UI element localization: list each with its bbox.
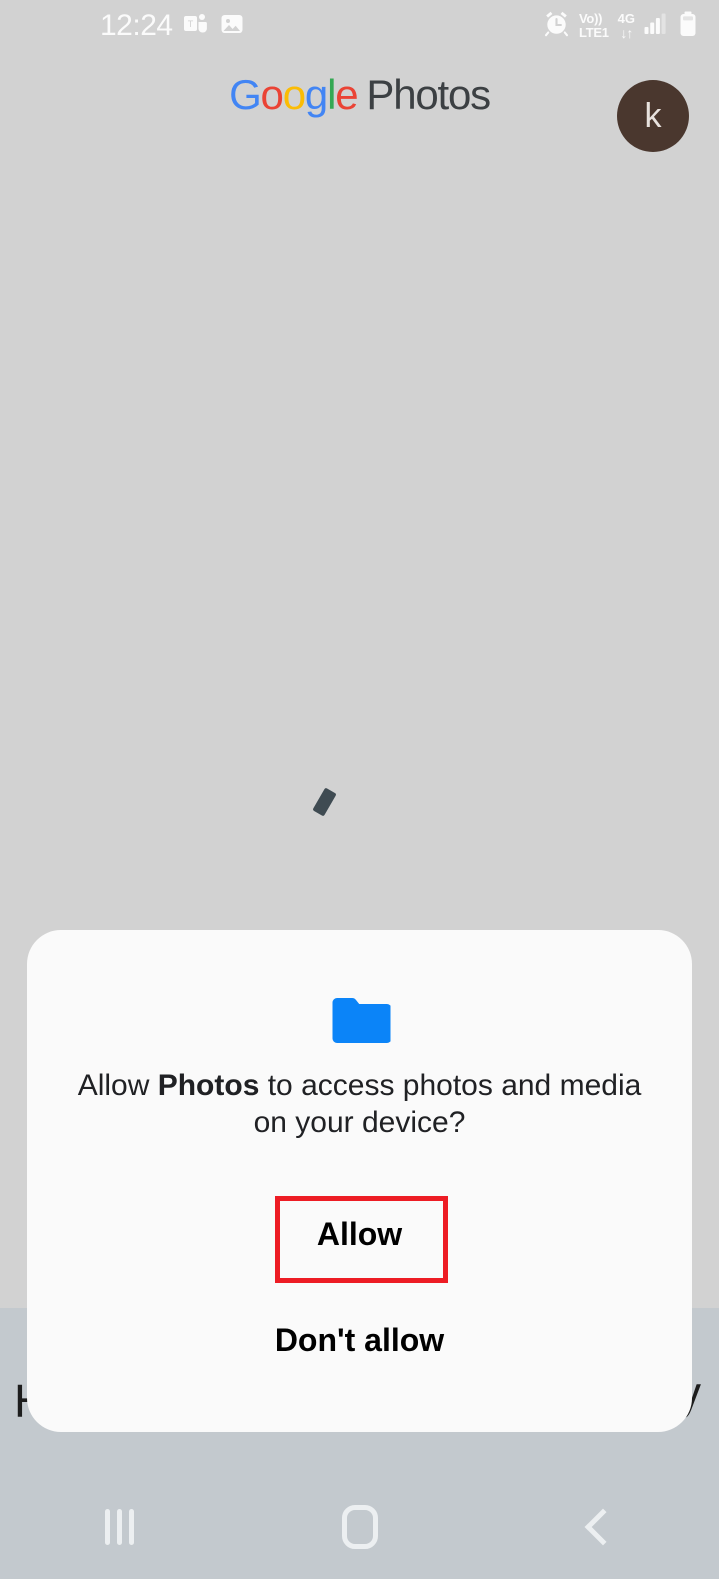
google-letter-4: l bbox=[327, 71, 336, 118]
app-header: Google Photos k bbox=[0, 60, 719, 170]
google-letter-5: e bbox=[335, 71, 358, 118]
back-button[interactable] bbox=[479, 1474, 719, 1579]
volte-indicator: Vo)) LTE1 bbox=[579, 12, 609, 39]
loading-spinner-fragment bbox=[312, 787, 337, 817]
network-indicator: 4G ↓↑ bbox=[618, 12, 635, 40]
permission-dialog: Allow Photos to access photos and media … bbox=[27, 930, 692, 1432]
google-wordmark: Google bbox=[229, 71, 359, 118]
google-photos-logo: Google Photos bbox=[0, 74, 719, 116]
avatar[interactable]: k bbox=[617, 80, 689, 152]
status-bar-left: 12:24 T bbox=[100, 11, 245, 42]
google-letter-1: o bbox=[260, 71, 284, 118]
system-navigation-bar bbox=[0, 1474, 719, 1579]
signal-bars-icon bbox=[644, 12, 670, 41]
volte-line-1: Vo)) bbox=[579, 11, 603, 27]
dialog-title-app-name: Photos bbox=[157, 1069, 260, 1102]
folder-icon bbox=[329, 997, 391, 1044]
svg-text:T: T bbox=[187, 19, 193, 29]
recents-icon bbox=[105, 1508, 135, 1545]
photos-wordmark: Photos bbox=[366, 71, 491, 118]
dont-allow-button[interactable]: Don't allow bbox=[241, 1314, 478, 1366]
dialog-title-prefix: Allow bbox=[77, 1069, 158, 1102]
home-button[interactable] bbox=[240, 1474, 480, 1579]
google-letter-3: g bbox=[304, 71, 328, 118]
gallery-icon bbox=[219, 11, 245, 42]
phone-screen: 12:24 T Vo)) LTE1 4G ↓↑ Google Photos k … bbox=[0, 0, 719, 1579]
status-bar: 12:24 T Vo)) LTE1 4G ↓↑ bbox=[0, 0, 719, 52]
dialog-title: Allow Photos to access photos and media … bbox=[61, 1068, 658, 1141]
dialog-title-suffix: to access photos and media on your devic… bbox=[253, 1069, 642, 1139]
volte-line-2: LTE1 bbox=[579, 25, 609, 40]
allow-button[interactable]: Allow bbox=[283, 1208, 436, 1260]
teams-icon: T bbox=[183, 11, 209, 42]
avatar-initial: k bbox=[644, 97, 662, 135]
network-type-label: 4G bbox=[617, 11, 635, 27]
status-bar-right: Vo)) LTE1 4G ↓↑ bbox=[543, 10, 697, 42]
data-transfer-arrows-icon: ↓↑ bbox=[620, 24, 633, 41]
google-letter-2: o bbox=[282, 71, 306, 118]
recents-button[interactable] bbox=[0, 1474, 240, 1579]
alarm-clock-icon bbox=[543, 10, 570, 42]
battery-icon bbox=[679, 11, 697, 42]
status-bar-clock: 12:24 bbox=[100, 9, 173, 42]
google-letter-0: G bbox=[229, 71, 262, 118]
home-icon bbox=[341, 1504, 378, 1549]
back-chevron-icon bbox=[584, 1508, 622, 1545]
